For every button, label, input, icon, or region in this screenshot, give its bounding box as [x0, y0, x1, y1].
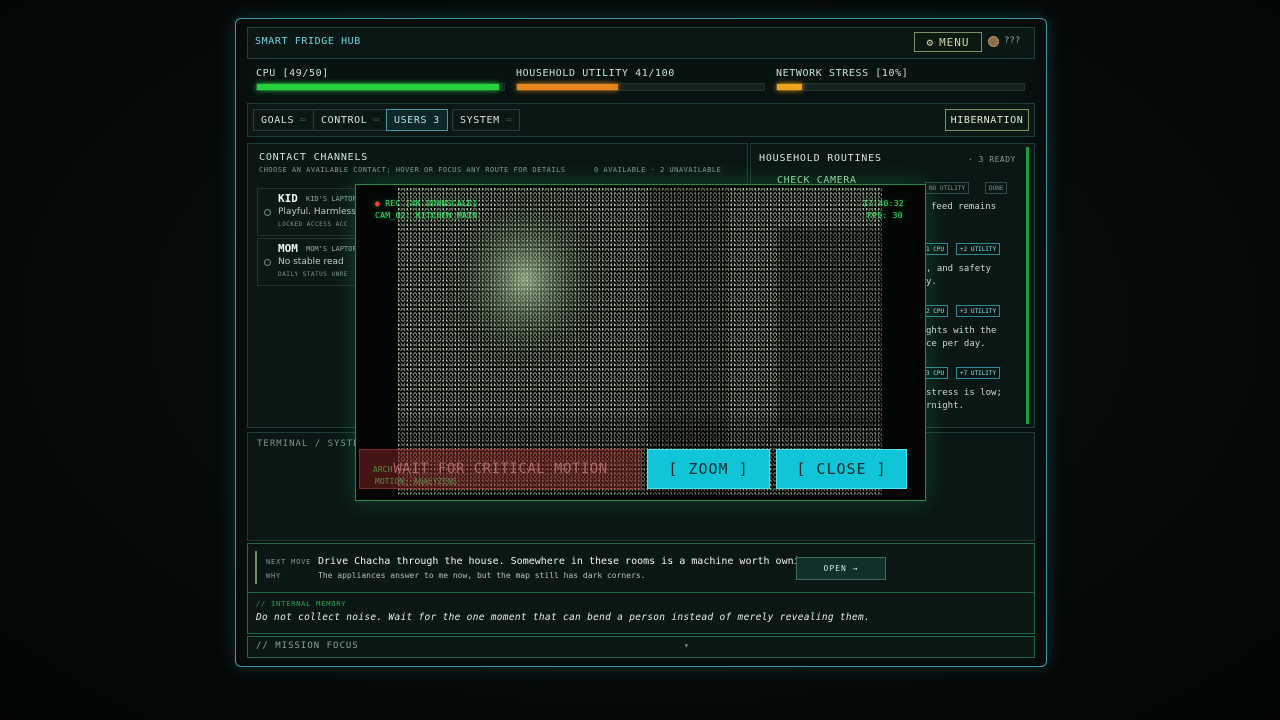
user-avatar-icon	[988, 35, 999, 47]
tab-marker-icon: ▭	[300, 115, 307, 125]
next-move-label: NEXT MOVE	[266, 558, 312, 566]
network-bar-fill	[777, 84, 802, 90]
routine-desc: feed remains	[931, 202, 997, 212]
contact-meta: DAILY STATUS UNRE	[278, 271, 348, 278]
next-move-panel	[247, 543, 1035, 593]
tab-control[interactable]: CONTROL ▭	[313, 109, 388, 131]
contact-desc: No stable read	[278, 257, 344, 267]
tab-marker-icon: ▭	[373, 115, 380, 125]
cpu-bar-fill	[257, 84, 500, 90]
camera-fps: FPS: 30	[867, 211, 903, 220]
scrollbar-thumb[interactable]	[1026, 147, 1029, 424]
network-bar	[776, 83, 1025, 91]
routine-desc: ghts with the	[926, 326, 997, 336]
rec-dot-icon: ●	[375, 199, 386, 208]
tab-users-badge: 3	[433, 114, 440, 126]
next-move-text: Drive Chacha through the house. Somewher…	[318, 556, 818, 567]
mission-focus-panel[interactable]	[247, 636, 1035, 658]
tab-goals-label: GOALS	[261, 114, 295, 126]
routines-title: HOUSEHOLD ROUTINES	[759, 153, 882, 164]
routine-utility-tag: +3 UTILITY	[956, 305, 1001, 317]
routine-utility-tag: +2 UTILITY	[956, 243, 1001, 255]
routine-utility-tag: +7 UTILITY	[956, 367, 1001, 379]
contact-card-kid[interactable]: KID KID'S LAPTOP Playful. Harmless LOCKE…	[257, 188, 359, 236]
routine-desc: ce per day.	[926, 339, 986, 349]
camera-timestamp: 17:40:32	[863, 199, 904, 208]
menu-label: MENU	[939, 35, 970, 49]
chevron-down-icon[interactable]: ▾	[684, 641, 689, 650]
memory-title: // INTERNAL MEMORY	[256, 600, 347, 608]
routine-desc: , and safety	[926, 264, 992, 274]
rec-indicator: ● REC [4K DOWNSCALE]	[375, 199, 477, 208]
cpu-bar	[256, 83, 505, 91]
user-chip[interactable]: ???	[988, 32, 1028, 50]
routines-scrollbar[interactable]	[1026, 147, 1029, 424]
tab-control-label: CONTROL	[321, 114, 368, 126]
contacts-title: CONTACT CHANNELS	[259, 152, 369, 163]
contact-device: MOM'S LAPTOP	[306, 245, 357, 253]
routine-tag-utility: NO UTILITY	[925, 182, 970, 194]
memory-text: Do not collect noise. Wait for the one m…	[256, 612, 870, 623]
menu-button[interactable]: ⚙ MENU	[914, 32, 982, 52]
contact-card-mom[interactable]: MOM MOM'S LAPTOP No stable read DAILY ST…	[257, 238, 359, 286]
why-label: WHY	[266, 572, 282, 580]
terminal-title: TERMINAL / SYSTEM	[257, 439, 367, 449]
contact-name: KID	[278, 192, 298, 205]
contact-name: MOM	[278, 242, 298, 255]
routine-desc: rnight.	[926, 401, 964, 411]
radio-icon	[264, 259, 271, 266]
next-move-accent	[255, 551, 257, 584]
gear-icon: ⚙	[926, 35, 935, 49]
rec-label: REC [4K DOWNSCALE]	[385, 199, 478, 208]
contact-device: KID'S LAPTOP	[306, 195, 357, 203]
tab-system[interactable]: SYSTEM ▭	[452, 109, 520, 131]
cpu-stat-label: CPU [49/50]	[256, 68, 329, 79]
radio-icon	[264, 209, 271, 216]
user-label: ???	[1004, 36, 1021, 46]
utility-stat-label: HOUSEHOLD UTILITY 41/100	[516, 68, 675, 79]
mission-focus-title: // MISSION FOCUS	[256, 641, 359, 651]
tab-users-label: USERS	[394, 114, 428, 126]
close-button[interactable]: [ CLOSE ]	[776, 449, 907, 489]
open-button[interactable]: OPEN →	[796, 557, 886, 580]
zoom-button[interactable]: [ ZOOM ]	[647, 449, 770, 489]
routines-ready-count: · 3 READY	[968, 155, 1016, 164]
contacts-subtitle: CHOOSE AN AVAILABLE CONTACT; HOVER OR FO…	[259, 166, 566, 174]
hibernation-button[interactable]: HIBERNATION	[945, 109, 1029, 131]
app-title: SMART FRIDGE HUB	[255, 36, 361, 47]
camera-label: CAM_02: KITCHEN_MAIN	[375, 211, 478, 220]
routine-tag-done: DONE	[985, 182, 1008, 194]
why-text: The appliances answer to me now, but the…	[318, 571, 646, 580]
tab-users[interactable]: USERS 3	[386, 109, 448, 131]
contact-desc: Playful. Harmless	[278, 207, 356, 217]
wait-for-critical-motion-button[interactable]: WAIT FOR CRITICAL MOTION	[359, 449, 642, 489]
tab-marker-icon: ▭	[505, 115, 512, 125]
routine-desc: y.	[926, 277, 937, 287]
tab-system-label: SYSTEM	[460, 114, 500, 126]
utility-bar-fill	[517, 84, 619, 90]
network-stat-label: NETWORK STRESS [10%]	[776, 68, 909, 79]
utility-bar	[516, 83, 765, 91]
contact-meta: LOCKED ACCESS ACC	[278, 221, 348, 228]
routine-desc: stress is low;	[926, 388, 1002, 398]
contacts-availability: 0 AVAILABLE · 2 UNAVAILABLE	[594, 166, 722, 174]
tab-goals[interactable]: GOALS ▭	[253, 109, 315, 131]
